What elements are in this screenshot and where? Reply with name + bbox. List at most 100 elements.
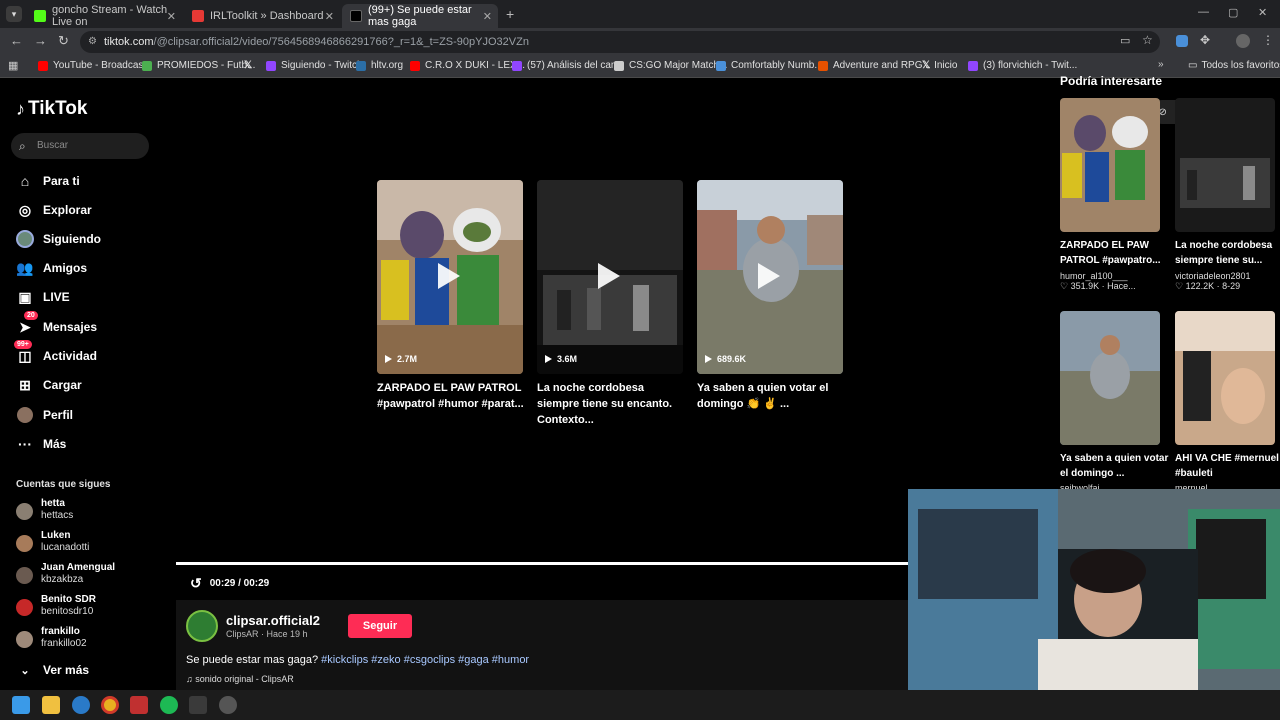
bookmark-star-icon[interactable]: ☆ xyxy=(1142,33,1153,47)
hashtag-link[interactable]: #csgoclips xyxy=(404,654,455,666)
spotify-icon[interactable] xyxy=(160,696,178,714)
video-author-panel: clipsar.official2 ClipsAR · Hace 19 h Se… xyxy=(176,600,908,690)
playback-time: ↺ 00:29 / 00:29 xyxy=(190,575,270,592)
video-title[interactable]: Ya saben a quien votar el domingo 👏 ✌ ..… xyxy=(697,380,847,412)
video-thumbnail[interactable]: 3.6M xyxy=(537,180,683,374)
search-input[interactable]: ⌕ Buscar xyxy=(11,133,149,159)
file-explorer-icon[interactable] xyxy=(42,696,60,714)
extension-icon[interactable] xyxy=(1176,35,1188,47)
more-icon: ··· xyxy=(18,436,32,452)
url-host: tiktok.com xyxy=(104,36,154,48)
tab-list-icon[interactable]: ▾ xyxy=(6,6,22,22)
avatar xyxy=(16,567,33,584)
window-close-icon[interactable]: ✕ xyxy=(1258,6,1267,19)
play-icon xyxy=(438,263,460,289)
close-tab-icon[interactable]: ✕ xyxy=(483,10,492,23)
following-account[interactable]: frankillo frankillo02 xyxy=(16,626,166,654)
video-thumbnail[interactable]: 2.7M xyxy=(377,180,523,374)
more-bookmarks-icon[interactable]: » xyxy=(1158,59,1164,70)
following-account[interactable]: Benito SDR benitosdr10 xyxy=(16,594,166,622)
video-thumbnail[interactable] xyxy=(1060,98,1160,232)
windows-start-icon[interactable] xyxy=(12,696,30,714)
bookmark-youtube[interactable]: YouTube - Broadcas... xyxy=(38,60,152,71)
related-video-title[interactable]: ZARPADO EL PAW PATROL #pawpatro... xyxy=(1060,238,1172,268)
video-thumbnail[interactable] xyxy=(1060,311,1160,445)
browser-tab-irltoolkit[interactable]: IRLToolkit » Dashboard ✕ xyxy=(184,4,340,28)
video-title[interactable]: ZARPADO EL PAW PATROL #pawpatrol #humor … xyxy=(377,380,527,412)
bookmark-analisis[interactable]: (57) Análisis del can... xyxy=(512,60,625,71)
replay-icon[interactable]: ↺ xyxy=(190,575,202,592)
bookmark-x[interactable]: 𝕏 xyxy=(244,60,252,71)
close-tab-icon[interactable]: ✕ xyxy=(325,10,334,23)
nav-actividad[interactable]: ◫ 99+ Actividad xyxy=(14,340,166,367)
nav-siguiendo[interactable]: Siguiendo xyxy=(16,228,166,250)
video-thumbnail[interactable]: 689.6K xyxy=(697,180,843,374)
bookmark-comfortably-numb[interactable]: Comfortably Numb... xyxy=(716,60,823,71)
forward-icon[interactable]: → xyxy=(34,33,47,48)
bookmark-twitch-following[interactable]: Siguiendo - Twitch xyxy=(266,60,363,71)
avatar-icon xyxy=(16,230,34,248)
reload-icon[interactable]: ↻ xyxy=(58,33,69,49)
browser-tab-tiktok[interactable]: (99+) Se puede estar mas gaga ✕ xyxy=(342,4,498,28)
chevron-down-icon: ⌄ xyxy=(20,664,30,677)
video-thumbnail[interactable] xyxy=(1175,311,1275,445)
close-tab-icon[interactable]: ✕ xyxy=(167,10,176,23)
puzzle-extensions-icon[interactable]: ✥ xyxy=(1200,33,1210,47)
bookmark-csgo-major[interactable]: CS:GO Major Match... xyxy=(614,60,727,71)
video-thumbnail[interactable] xyxy=(1175,98,1275,232)
tiktok-logo[interactable]: ♪ TikTok xyxy=(16,98,87,120)
hashtag-link[interactable]: #kickclips xyxy=(321,654,368,666)
author-avatar[interactable] xyxy=(186,610,218,642)
nav-amigos[interactable]: 👥 Amigos xyxy=(16,257,166,279)
video-title[interactable]: La noche cordobesa siempre tiene su enca… xyxy=(537,380,687,428)
all-bookmarks-folder[interactable]: ▭ Todos los favoritos xyxy=(1188,60,1280,71)
author-name[interactable]: clipsar.official2 xyxy=(226,613,320,628)
hashtag-link[interactable]: #zeko xyxy=(371,654,400,666)
site-info-icon[interactable]: ⚙ xyxy=(88,31,97,53)
hashtag-link[interactable]: #gaga xyxy=(458,654,489,666)
sound-link[interactable]: ♫ sonido original - ClipsAR xyxy=(186,674,294,684)
minimize-icon[interactable]: — xyxy=(1198,6,1209,18)
video-progress-bar[interactable] xyxy=(176,562,908,565)
obs-icon[interactable] xyxy=(189,696,207,714)
edge-icon[interactable] xyxy=(72,696,90,714)
following-account[interactable]: Luken lucanadotti xyxy=(16,530,166,558)
app-icon[interactable] xyxy=(219,696,237,714)
nav-explorar[interactable]: ◎ Explorar xyxy=(16,199,166,221)
bookmark-x-inicio[interactable]: 𝕏 Inicio xyxy=(922,60,957,71)
apps-grid-icon[interactable]: ▦ xyxy=(8,59,18,72)
back-icon[interactable]: ← xyxy=(10,33,23,48)
cast-icon[interactable]: ▭ xyxy=(1120,34,1130,47)
follow-button[interactable]: Seguir xyxy=(348,614,412,638)
following-account[interactable]: hetta hettacs xyxy=(16,498,166,526)
streamer-thumbnail xyxy=(1175,311,1275,445)
streamer-tool-icon[interactable] xyxy=(130,696,148,714)
nav-para-ti[interactable]: ⌂ Para ti xyxy=(16,170,166,192)
nav-mensajes[interactable]: ➤ 20 Mensajes xyxy=(16,311,166,338)
see-more-button[interactable]: ⌄ Ver más xyxy=(16,659,166,681)
bookmark-florvichich[interactable]: (3) florvichich - Twit... xyxy=(968,60,1077,71)
chrome-icon[interactable] xyxy=(101,696,119,714)
bookmark-adventure-rpg[interactable]: Adventure and RPG... xyxy=(818,60,931,71)
related-video-title[interactable]: Ya saben a quien votar el domingo ... xyxy=(1060,451,1172,481)
related-video-title[interactable]: AHI VA CHE #mernuel #bauleti xyxy=(1175,451,1280,481)
following-account[interactable]: Juan Amengual kbzakbza xyxy=(16,562,166,590)
play-count-icon xyxy=(385,355,392,363)
restore-icon[interactable]: ▢ xyxy=(1228,6,1238,19)
bookmark-promiedos[interactable]: PROMIEDOS - Futb... xyxy=(142,60,255,71)
related-video-title[interactable]: La noche cordobesa siempre tiene su... xyxy=(1175,238,1280,268)
nav-mas[interactable]: ··· Más xyxy=(16,433,166,455)
bookmark-duki[interactable]: C.R.O X DUKI - LEX... xyxy=(410,60,525,71)
twitch-icon xyxy=(968,60,978,71)
url-field[interactable]: ⚙ tiktok.com/@clipsar.official2/video/75… xyxy=(80,31,1160,53)
nav-live[interactable]: ▣ LIVE xyxy=(16,286,166,308)
new-tab-icon[interactable]: + xyxy=(506,6,514,22)
nav-cargar[interactable]: ⊞ Cargar xyxy=(16,374,166,396)
nav-perfil[interactable]: Perfil xyxy=(16,404,166,426)
hashtag-link[interactable]: #humor xyxy=(492,654,529,666)
browser-menu-icon[interactable]: ⋮ xyxy=(1262,33,1274,47)
browser-tab-goncho[interactable]: goncho Stream - Watch Live on ✕ xyxy=(26,4,182,28)
profile-avatar-icon[interactable] xyxy=(1236,34,1250,48)
bookmark-hltv[interactable]: hltv.org xyxy=(356,60,403,71)
heart-icon: ♡ xyxy=(1060,281,1069,291)
